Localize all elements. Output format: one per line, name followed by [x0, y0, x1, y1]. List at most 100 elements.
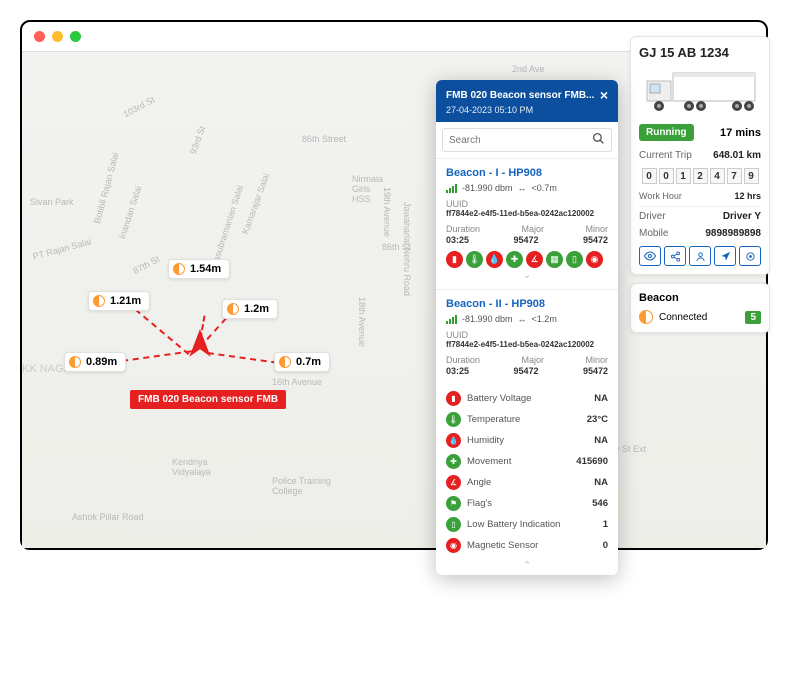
humidity-icon: 💧: [446, 433, 461, 448]
trip-value: 648.01 km: [713, 150, 761, 161]
minimize-window-dot[interactable]: [52, 31, 63, 42]
beacon-distance-pill[interactable]: 0.89m: [64, 352, 126, 372]
beacon-signal-row: -81.990 dbm ↔ <1.2m: [446, 314, 608, 324]
trip-label: Current Trip: [639, 150, 692, 161]
status-duration: 17 mins: [720, 127, 761, 139]
angle-icon: ∡: [526, 251, 543, 268]
odo-digit: 0: [642, 168, 657, 184]
dash-connector: [208, 352, 278, 364]
col-value: 95472: [513, 235, 538, 245]
col-value: 95472: [583, 366, 608, 376]
work-hour-value: 12 hrs: [734, 191, 761, 201]
search-input[interactable]: [449, 135, 592, 146]
beacon-section-title: Beacon: [639, 292, 761, 304]
metric-row: ▮Battery VoltageNA: [446, 388, 608, 409]
beacon-card[interactable]: Beacon - I - HP908 -81.990 dbm ↔ <0.7m U…: [436, 158, 618, 289]
map-street-label: PT Rajan Salai: [32, 236, 92, 261]
col-header: Major: [522, 355, 545, 365]
metric-value: 0: [603, 540, 608, 551]
temperature-icon: 🌡: [446, 412, 461, 427]
metric-value: NA: [594, 393, 608, 404]
beacon-status-icons: ▮ 🌡 💧 ✚ ∡ ▦ ▯ ◉: [446, 251, 608, 268]
beacon-distance-pill[interactable]: 1.21m: [88, 291, 150, 311]
panel-timestamp: 27-04-2023 05:10 PM: [446, 105, 608, 115]
signal-bars-icon: [446, 315, 457, 324]
map-street-label: 18th Avenue: [357, 297, 367, 347]
signal-bars-icon: [446, 184, 457, 193]
close-window-dot[interactable]: [34, 31, 45, 42]
beacon-icon: [227, 303, 239, 315]
beacon-details-panel: FMB 020 Beacon sensor FMB... × 27-04-202…: [436, 80, 618, 575]
col-header: Duration: [446, 224, 480, 234]
driver-button[interactable]: [689, 246, 711, 266]
beacon-distance-pill[interactable]: 1.54m: [168, 259, 230, 279]
track-button[interactable]: [739, 246, 761, 266]
beacon-icon: [173, 263, 185, 275]
col-value: 95472: [583, 235, 608, 245]
mobile-value: 9898989898: [705, 228, 761, 239]
beacon-name: Beacon - I - HP908: [446, 167, 608, 179]
search-input-wrapper[interactable]: [442, 128, 612, 152]
uuid-value: ff7844e2-e4f5-11ed-b5ea-0242ac120002: [446, 340, 608, 349]
beacon-distance-pill[interactable]: 1.2m: [222, 299, 278, 319]
search-icon[interactable]: [592, 132, 605, 148]
chevron-up-icon[interactable]: ⌄: [446, 556, 608, 571]
metric-label: Angle: [467, 477, 491, 488]
share-button[interactable]: [664, 246, 686, 266]
vehicle-marker-icon[interactable]: [187, 329, 213, 361]
battery-icon: ▮: [446, 251, 463, 268]
metric-value: 415690: [576, 456, 608, 467]
metric-label: Humidity: [467, 435, 504, 446]
map-street-label: 87th St: [131, 254, 161, 276]
metric-row: 💧HumidityNA: [446, 430, 608, 451]
uuid-label: UUID: [446, 330, 608, 340]
sensor-label-tag: FMB 020 Beacon sensor FMB: [130, 390, 286, 409]
magnetic-icon: ◉: [446, 538, 461, 553]
beacon-name: Beacon - II - HP908: [446, 298, 608, 310]
beacon-signal-row: -81.990 dbm ↔ <0.7m: [446, 183, 608, 193]
signal-dbm: -81.990 dbm: [462, 314, 513, 324]
map-street-label: 86th St: [382, 242, 411, 252]
battery-icon: ▮: [446, 391, 461, 406]
chevron-down-icon[interactable]: ⌄: [446, 268, 608, 283]
metric-row: ▯Low Battery Indication1: [446, 514, 608, 535]
metric-value: 23°C: [587, 414, 608, 425]
uuid-value: ff7844e2-e4f5-11ed-b5ea-0242ac120002: [446, 209, 608, 218]
distance-arrow-icon: ↔: [518, 314, 527, 324]
humidity-icon: 💧: [486, 251, 503, 268]
metrics-list: ▮Battery VoltageNA 🌡Temperature23°C 💧Hum…: [436, 388, 618, 575]
beacon-card[interactable]: Beacon - II - HP908 -81.990 dbm ↔ <1.2m …: [436, 289, 618, 388]
magnetic-icon: ◉: [586, 251, 603, 268]
col-value: 95472: [513, 366, 538, 376]
col-header: Minor: [585, 224, 608, 234]
vehicle-image: [639, 66, 761, 118]
pill-distance: 1.54m: [190, 263, 221, 275]
panel-header: FMB 020 Beacon sensor FMB... × 27-04-202…: [436, 80, 618, 122]
movement-icon: ✚: [446, 454, 461, 469]
map-street-label: Ashok Pillar Road: [72, 512, 144, 522]
odo-digit: 4: [710, 168, 725, 184]
beacon-distance-pill[interactable]: 0.7m: [274, 352, 330, 372]
panel-search-row: [436, 122, 618, 158]
odo-digit: 1: [676, 168, 691, 184]
maximize-window-dot[interactable]: [70, 31, 81, 42]
pill-distance: 0.89m: [86, 356, 117, 368]
beacon-summary-card: Beacon Connected 5: [630, 283, 770, 333]
distance-arrow-icon: ↔: [518, 183, 527, 193]
metric-row: ✚Movement415690: [446, 451, 608, 472]
flag-icon: ⚑: [446, 496, 461, 511]
work-hour-label: Work Hour: [639, 191, 682, 201]
view-button[interactable]: [639, 246, 661, 266]
metric-label: Low Battery Indication: [467, 519, 560, 530]
odometer: 0 0 1 2 4 7 9: [639, 168, 761, 184]
map-street-label: 16th Avenue: [272, 377, 322, 387]
col-header: Duration: [446, 355, 480, 365]
map-street-label: 86th Street: [302, 134, 346, 144]
map-street-label: Inandan Salai: [117, 185, 144, 240]
vehicle-card: GJ 15 AB 1234 Running 17 mins Current Tr…: [630, 36, 770, 275]
close-icon[interactable]: ×: [600, 87, 608, 103]
col-value: 03:25: [446, 366, 469, 376]
vehicle-plate: GJ 15 AB 1234: [639, 45, 761, 60]
metric-value: NA: [594, 477, 608, 488]
locate-button[interactable]: [714, 246, 736, 266]
